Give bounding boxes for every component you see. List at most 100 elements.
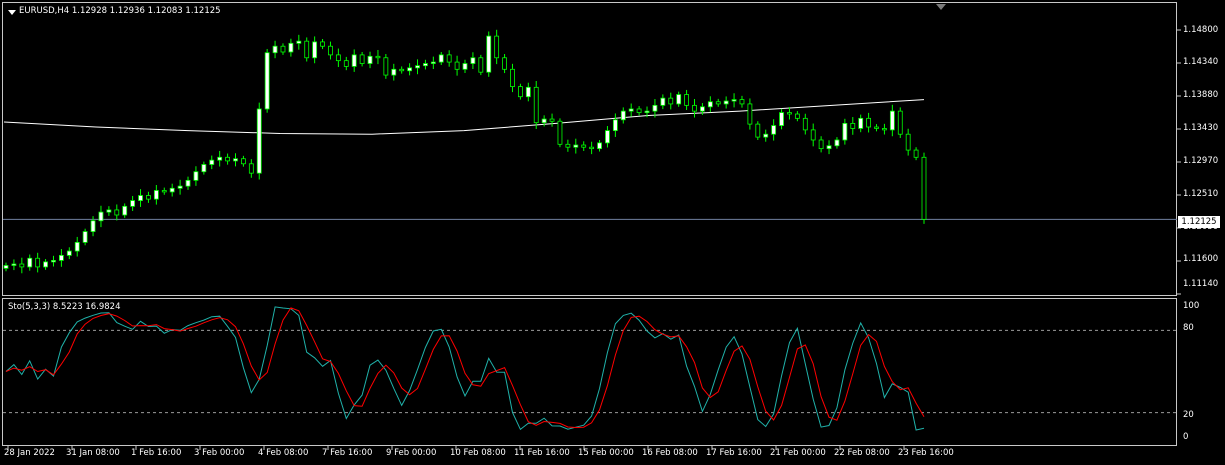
candle-body xyxy=(731,99,737,102)
oscillator-level-label: 100 xyxy=(1183,301,1200,311)
candle-body xyxy=(921,156,927,220)
candle-body xyxy=(700,106,705,112)
price-axis-label: 1.12970 xyxy=(1183,156,1219,166)
candle-body xyxy=(605,130,610,144)
candle-body xyxy=(866,117,872,128)
candle-body xyxy=(153,190,159,200)
candle-body xyxy=(146,195,151,200)
candle-body xyxy=(652,104,658,112)
candle-body xyxy=(138,195,143,201)
candle-body xyxy=(802,117,808,131)
candle-body xyxy=(415,65,420,69)
chart-shift-marker-icon[interactable] xyxy=(936,4,946,10)
candle-body xyxy=(217,156,223,161)
candle-body xyxy=(74,241,80,252)
candle-body xyxy=(288,42,294,53)
candle-body xyxy=(296,40,302,44)
time-axis-label: 21 Feb 00:00 xyxy=(770,448,826,458)
candle-body xyxy=(842,122,848,141)
candle-body xyxy=(106,209,112,213)
candle-body xyxy=(897,110,903,135)
time-axis-label: 11 Feb 16:00 xyxy=(514,448,570,458)
candle-body xyxy=(644,110,650,113)
candle-body xyxy=(304,40,310,59)
candle-body xyxy=(43,261,48,268)
price-axis-label: 1.14340 xyxy=(1183,57,1219,67)
candle-body xyxy=(328,45,333,56)
candle-body xyxy=(739,99,745,105)
candle-body xyxy=(763,133,769,138)
price-axis-label: 1.13430 xyxy=(1183,123,1219,133)
candle-body xyxy=(90,220,96,232)
time-axis-label: 16 Feb 08:00 xyxy=(642,448,698,458)
candle-body xyxy=(35,257,41,268)
candle-body xyxy=(66,250,72,256)
candle-body xyxy=(565,143,571,148)
time-axis-label: 23 Feb 16:00 xyxy=(898,448,954,458)
candle-body xyxy=(391,68,397,76)
oscillator-level-label: 80 xyxy=(1183,323,1194,333)
candle-body xyxy=(241,158,246,165)
time-axis-label: 7 Feb 16:00 xyxy=(322,448,373,458)
candle-body xyxy=(486,35,492,73)
oscillator-level-label: 0 xyxy=(1183,432,1189,442)
candle-body xyxy=(636,108,642,113)
oscillator-level-label: 20 xyxy=(1183,410,1194,420)
candle-body xyxy=(27,257,33,268)
candle-body xyxy=(905,133,911,151)
time-axis-label: 4 Feb 08:00 xyxy=(258,448,309,458)
symbol-menu-icon[interactable] xyxy=(8,10,16,15)
candle-body xyxy=(98,211,104,222)
candle-body xyxy=(462,63,468,70)
candle-body xyxy=(612,119,618,132)
candle-body xyxy=(787,112,792,115)
candle-body xyxy=(826,145,832,150)
candle-body xyxy=(707,101,713,108)
candle-body xyxy=(470,57,476,64)
candle-body xyxy=(589,146,595,150)
candle-body xyxy=(794,113,800,119)
candle-body xyxy=(533,86,539,124)
candle-body xyxy=(779,112,784,126)
candle-body xyxy=(510,68,515,88)
price-axis-label: 1.14800 xyxy=(1183,25,1219,35)
candle-body xyxy=(383,57,389,76)
moving-average-line xyxy=(3,99,925,135)
symbol-info-label: EURUSD,H4 1.12928 1.12936 1.12083 1.1212… xyxy=(19,6,221,16)
time-axis-label: 9 Feb 00:00 xyxy=(386,448,437,458)
candle-body xyxy=(676,94,682,105)
candle-body xyxy=(620,110,626,121)
candle-body xyxy=(478,57,484,73)
candle-body xyxy=(280,45,286,53)
time-axis-label: 15 Feb 00:00 xyxy=(578,448,634,458)
stochastic-signal-line xyxy=(5,307,925,429)
candle-body xyxy=(312,41,318,59)
candle-body xyxy=(58,254,64,261)
time-axis-label: 28 Jan 2022 xyxy=(4,448,55,458)
candle-body xyxy=(755,123,761,138)
time-axis-label: 17 Feb 16:00 xyxy=(706,448,762,458)
candle-body xyxy=(407,67,413,72)
candle-body xyxy=(335,54,341,62)
time-axis-label: 10 Feb 08:00 xyxy=(450,448,506,458)
price-axis-label: 1.13880 xyxy=(1183,90,1219,100)
candle-body xyxy=(359,54,365,64)
candle-body xyxy=(233,158,238,162)
candle-body xyxy=(692,104,697,112)
candle-body xyxy=(343,60,349,67)
candle-body xyxy=(351,54,357,67)
current-price-tag: 1.12125 xyxy=(1178,216,1220,228)
candle-body xyxy=(517,86,523,98)
candle-body xyxy=(256,108,262,174)
candle-body xyxy=(889,110,895,131)
candle-body xyxy=(3,265,9,269)
candle-body xyxy=(375,55,381,59)
candle-body xyxy=(747,103,753,125)
candle-body xyxy=(19,263,25,268)
candle-body xyxy=(248,163,254,174)
candle-body xyxy=(581,144,587,148)
candle-body xyxy=(913,149,919,158)
chart-canvas[interactable] xyxy=(0,0,1225,465)
price-axis-label: 1.12510 xyxy=(1183,189,1219,199)
candle-body xyxy=(715,101,721,105)
